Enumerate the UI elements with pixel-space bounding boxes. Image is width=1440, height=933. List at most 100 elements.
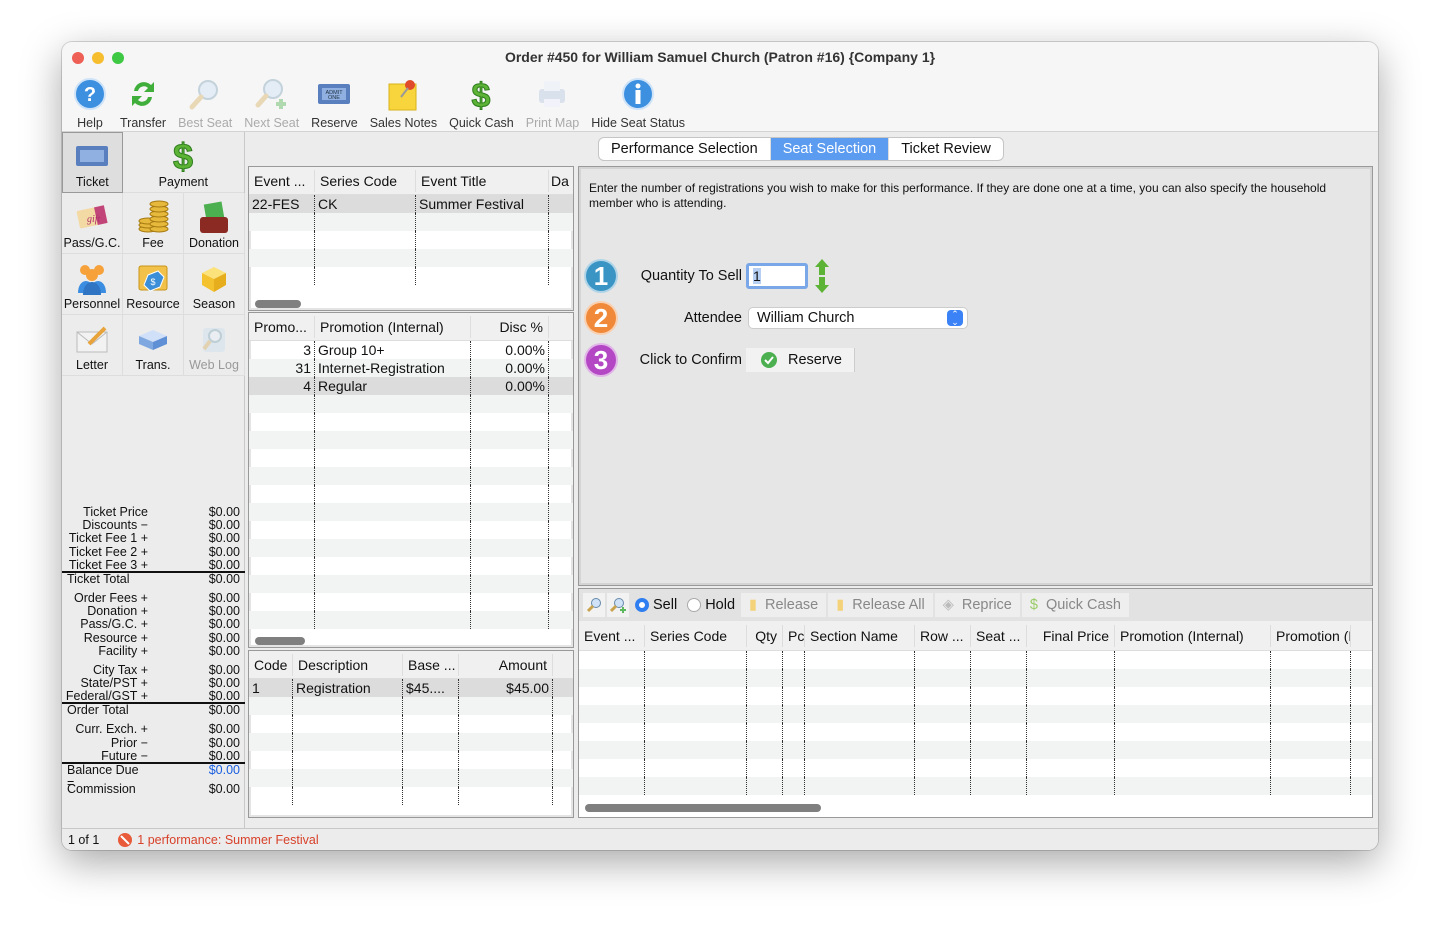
quantity-stepper[interactable] [814, 258, 830, 294]
column-header[interactable]: Promotion (Internal) [315, 315, 471, 338]
release-button[interactable]: ▮ Release [741, 593, 827, 617]
table-row[interactable] [249, 467, 573, 485]
table-row[interactable] [249, 503, 573, 521]
table-row[interactable] [249, 485, 573, 503]
best-seat-button[interactable]: Best Seat [172, 72, 238, 130]
horizontal-scrollbar[interactable] [255, 300, 301, 308]
table-row[interactable] [579, 777, 1372, 795]
table-row[interactable] [249, 395, 573, 413]
table-row[interactable] [249, 715, 573, 733]
quick-cash-button[interactable]: $ Quick Cash [443, 72, 520, 130]
horizontal-scrollbar[interactable] [255, 637, 305, 645]
table-row[interactable] [579, 687, 1372, 705]
column-header[interactable]: Description [293, 653, 403, 676]
quick-cash-cart-button[interactable]: $ Quick Cash [1021, 593, 1129, 617]
table-cell [579, 759, 645, 777]
table-row[interactable] [249, 413, 573, 431]
table-row[interactable] [579, 651, 1372, 669]
table-cell [249, 249, 315, 267]
column-header[interactable]: Amount [459, 653, 553, 676]
table-row[interactable] [249, 769, 573, 787]
print-map-button[interactable]: Print Map [520, 72, 586, 130]
column-header[interactable]: Pc [783, 624, 805, 647]
add-seat-button[interactable] [607, 593, 629, 617]
column-header[interactable]: Promo... [249, 315, 315, 338]
tab-seat-selection[interactable]: Seat Selection [770, 138, 890, 160]
sidebar-trans-button[interactable]: Trans. [123, 315, 184, 376]
reserve-button[interactable]: ADMIT ONE Reserve [305, 72, 364, 130]
table-row[interactable] [579, 705, 1372, 723]
horizontal-scrollbar[interactable] [585, 804, 821, 812]
column-header[interactable]: Seat ... [971, 624, 1027, 647]
table-row[interactable] [249, 733, 573, 751]
sell-radio[interactable]: Sell [631, 597, 681, 613]
sidebar-season-button[interactable]: Season [184, 254, 245, 315]
table-row[interactable]: 3 Group 10+ 0.00% [249, 341, 573, 359]
column-header[interactable]: Series Code [315, 169, 416, 192]
hold-radio[interactable]: Hold [683, 597, 739, 613]
reprice-button[interactable]: ◈ Reprice [934, 593, 1020, 617]
release-all-button[interactable]: ▮ Release All [828, 593, 933, 617]
sidebar-fee-button[interactable]: Fee [123, 193, 184, 254]
table-row[interactable]: 22-FES CK Summer Festival [249, 195, 573, 213]
column-header[interactable]: Event Title [416, 169, 549, 192]
column-header[interactable]: Event ... [579, 624, 645, 647]
table-cell [471, 557, 549, 575]
column-header[interactable]: Qty [747, 624, 783, 647]
sidebar-pass-gc-button[interactable]: gift Pass/G.C. [62, 193, 123, 254]
column-header[interactable]: Final Price [1027, 624, 1115, 647]
column-header[interactable]: Section Name [805, 624, 915, 647]
table-row[interactable]: 31 Internet-Registration 0.00% [249, 359, 573, 377]
table-row[interactable] [579, 741, 1372, 759]
quantity-input[interactable]: 1 [746, 263, 808, 289]
table-row[interactable] [249, 231, 573, 249]
decrement-arrow-icon[interactable] [814, 276, 830, 294]
table-row[interactable]: 4 Regular 0.00% [249, 377, 573, 395]
table-row[interactable] [249, 539, 573, 557]
find-seat-button[interactable] [583, 593, 605, 617]
column-header[interactable]: Promotion (Internal) [1115, 624, 1271, 647]
sidebar-donation-button[interactable]: Donation [184, 193, 245, 254]
tab-performance-selection[interactable]: Performance Selection [599, 138, 771, 160]
column-header[interactable]: Row ... [915, 624, 971, 647]
sidebar-web-log-button[interactable]: Web Log [184, 315, 245, 376]
column-header[interactable]: Event ... [249, 169, 315, 192]
column-header[interactable]: Code [249, 653, 293, 676]
table-row[interactable] [249, 249, 573, 267]
hide-seat-status-button[interactable]: Hide Seat Status [585, 72, 691, 130]
table-row[interactable]: 1 Registration $45.... $45.00 [249, 679, 573, 697]
increment-arrow-icon[interactable] [814, 258, 830, 276]
sales-notes-button[interactable]: Sales Notes [364, 72, 443, 130]
table-row[interactable] [579, 669, 1372, 687]
table-row[interactable] [249, 267, 573, 285]
column-header[interactable]: Base ... [403, 653, 459, 676]
table-row[interactable] [249, 697, 573, 715]
column-header[interactable]: Disc % [471, 315, 549, 338]
reserve-confirm-button[interactable]: Reserve [746, 348, 855, 372]
tab-ticket-review[interactable]: Ticket Review [889, 138, 1003, 160]
table-row[interactable] [249, 611, 573, 629]
sidebar-payment-button[interactable]: $ Payment [122, 132, 244, 193]
attendee-select[interactable]: William Church ⌃ ⌄ [748, 307, 968, 329]
column-header[interactable]: Da [549, 170, 571, 192]
column-header[interactable]: Promotion (Ex [1271, 624, 1351, 647]
table-row[interactable] [249, 575, 573, 593]
transfer-button[interactable]: Transfer [114, 72, 172, 130]
sidebar-resource-button[interactable]: $ Resource [123, 254, 184, 315]
sidebar-letter-button[interactable]: Letter [62, 315, 123, 376]
table-row[interactable] [249, 449, 573, 467]
column-header[interactable]: Series Code [645, 624, 747, 647]
table-row[interactable] [249, 751, 573, 769]
sidebar-ticket-button[interactable]: Ticket [62, 132, 123, 193]
table-row[interactable] [249, 593, 573, 611]
table-row[interactable] [249, 431, 573, 449]
table-row[interactable] [249, 787, 573, 805]
help-button[interactable]: ? Help [66, 72, 114, 130]
table-row[interactable] [249, 557, 573, 575]
sidebar-personnel-button[interactable]: Personnel [62, 254, 123, 315]
table-row[interactable] [249, 213, 573, 231]
table-row[interactable] [579, 723, 1372, 741]
next-seat-button[interactable]: Next Seat [238, 72, 305, 130]
table-row[interactable] [249, 521, 573, 539]
table-row[interactable] [579, 759, 1372, 777]
